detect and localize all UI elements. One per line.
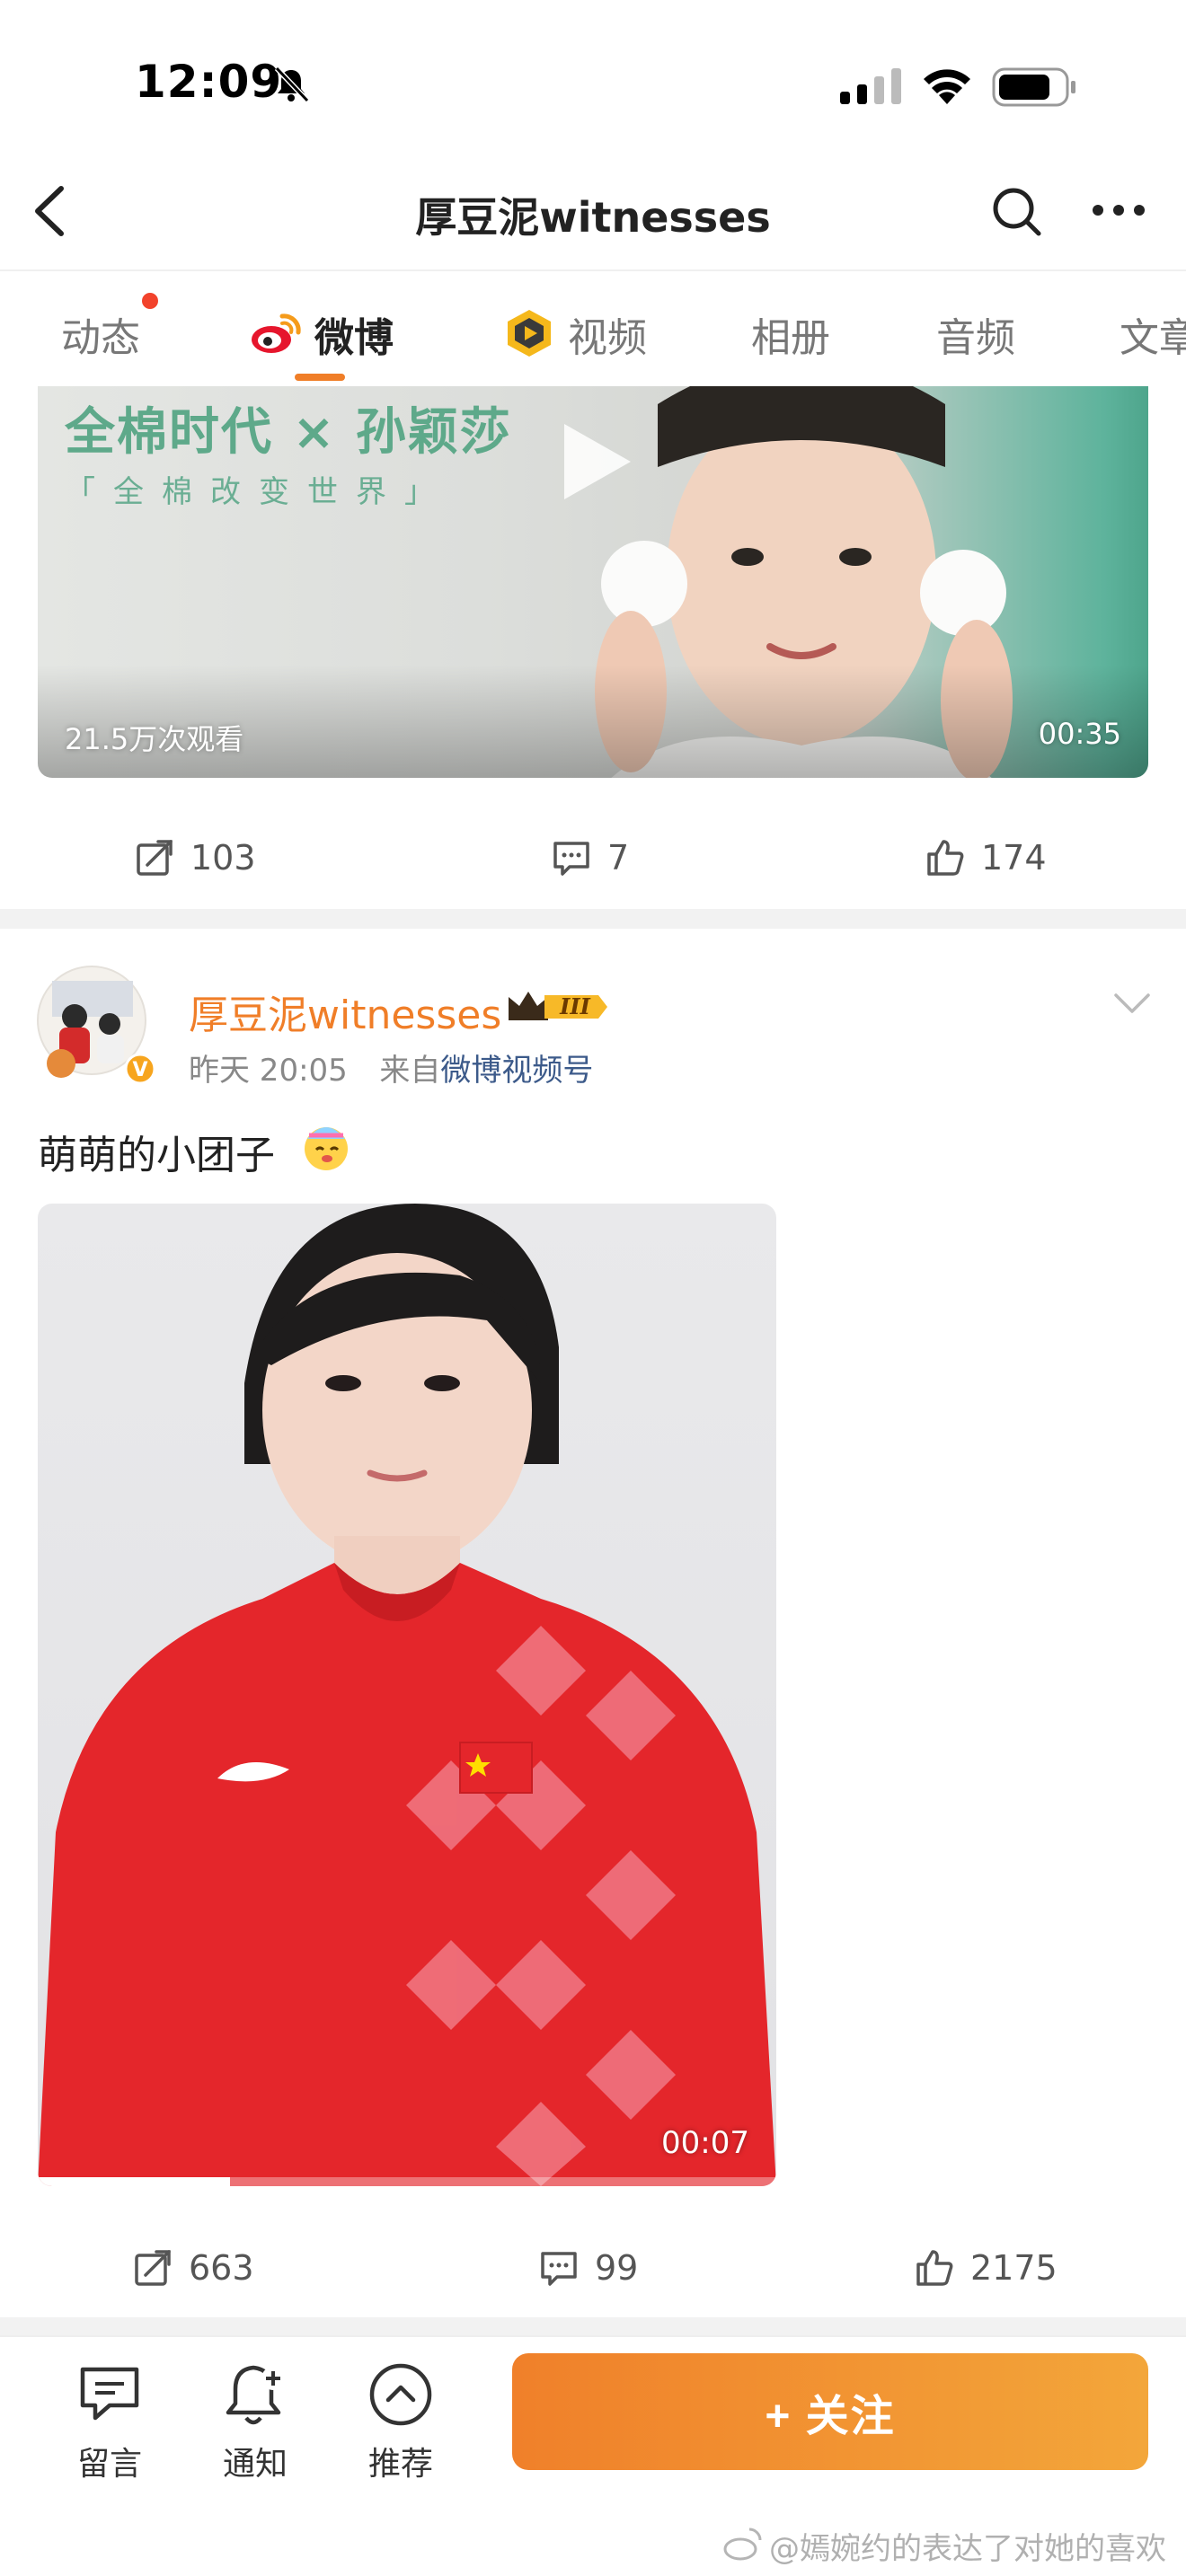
tab-album[interactable]: 相册: [751, 305, 830, 363]
like-button[interactable]: 174: [925, 835, 1047, 880]
video-duration: 00:07: [661, 2125, 749, 2161]
like-icon: [927, 840, 964, 876]
wifi-icon: [924, 69, 970, 104]
video-progress-fill: [38, 2177, 230, 2186]
video-duration: 00:35: [1038, 717, 1121, 751]
page-title: 厚豆泥witnesses: [415, 193, 771, 242]
message-label: 留言: [76, 2446, 142, 2483]
video-overlay-subline: 「全棉改变世界」: [65, 474, 453, 510]
post-source-link[interactable]: 微博视频号: [440, 1053, 593, 1089]
post-video-player[interactable]: 00:07: [38, 1204, 776, 2186]
svg-text:V: V: [132, 1059, 147, 1081]
back-icon[interactable]: [25, 180, 75, 243]
status-bar: 12:09: [0, 0, 1186, 153]
more-icon[interactable]: [1087, 192, 1150, 228]
video-overlay-headline: 全棉时代 × 孙颖莎: [65, 403, 512, 462]
recommend-button[interactable]: 推荐: [347, 2359, 455, 2484]
post-text: 萌萌的小团子: [38, 1133, 275, 1178]
video-progress-bar[interactable]: [38, 2177, 776, 2186]
post-time: 昨天 20:05: [189, 1053, 348, 1089]
author-name[interactable]: 厚豆泥witnesses: [189, 983, 501, 1040]
watermark-text: @嫣婉约的表达了对她的喜欢: [769, 2531, 1166, 2567]
comment-button[interactable]: 7: [552, 835, 629, 880]
video-view-count: 21.5万次观看: [65, 722, 244, 756]
post-separator: [0, 2317, 1186, 2337]
post-from-label: 来自: [379, 1053, 441, 1089]
notify-button[interactable]: 通知: [201, 2359, 309, 2484]
repost-button[interactable]: 663: [133, 2245, 254, 2290]
message-button[interactable]: 留言: [56, 2359, 164, 2484]
post-action-bar: 663 99 2175: [0, 2219, 1186, 2317]
repost-count: 103: [190, 838, 256, 878]
recommend-icon: [369, 2363, 432, 2426]
tab-audio[interactable]: 音频: [936, 305, 1015, 363]
tab-video[interactable]: 视频: [568, 305, 647, 363]
weibo-watermark-icon: [723, 2527, 762, 2561]
weibo-logo-icon: [252, 313, 301, 353]
repost-icon: [137, 840, 173, 876]
chevron-down-icon[interactable]: [1112, 990, 1152, 1017]
comment-icon: [541, 2252, 577, 2286]
like-count: 174: [981, 838, 1047, 878]
tab-dynamics[interactable]: 动态: [61, 305, 140, 363]
active-tab-indicator: [295, 374, 345, 381]
tab-weibo[interactable]: 微博: [314, 305, 394, 363]
tab-article[interactable]: 文章: [1120, 305, 1186, 363]
notify-label: 通知: [222, 2446, 288, 2483]
repost-button[interactable]: 103: [135, 835, 256, 880]
video-thumbnail-figure: [38, 1204, 776, 2186]
comment-count: 99: [595, 2248, 639, 2288]
post-video-player[interactable]: 全棉时代 × 孙颖莎 「全棉改变世界」 21.5万次观看 00:35: [38, 386, 1148, 778]
follow-button[interactable]: + 关注: [512, 2353, 1148, 2470]
cellular-signal-icon: [840, 68, 901, 104]
like-count: 2175: [970, 2248, 1058, 2288]
bell-plus-icon: [226, 2365, 285, 2425]
repost-count: 663: [189, 2248, 254, 2288]
battery-icon: [992, 67, 1075, 107]
like-button[interactable]: 2175: [915, 2245, 1058, 2290]
member-crown-badge-icon: III: [509, 992, 607, 1020]
play-icon[interactable]: [555, 417, 636, 507]
bell-muted-icon: [274, 66, 310, 103]
post-action-bar: 103 7 174: [0, 808, 1186, 907]
message-icon: [80, 2367, 139, 2421]
search-icon[interactable]: [988, 183, 1044, 239]
unread-dot: [142, 293, 158, 309]
cute-emoji-icon: [305, 1127, 348, 1170]
nav-bar: 厚豆泥witnesses: [0, 153, 1186, 269]
repost-icon: [135, 2250, 171, 2286]
like-icon: [916, 2250, 953, 2286]
avatar[interactable]: V: [34, 963, 156, 1085]
badge-level: III: [559, 993, 590, 1019]
profile-tabs: 动态 微博 视频 相册 音频 文章: [0, 269, 1186, 386]
status-time: 12:09: [135, 56, 283, 108]
comment-icon: [553, 842, 589, 876]
comment-count: 7: [607, 838, 630, 878]
comment-button[interactable]: 99: [539, 2245, 638, 2290]
post-separator: [0, 909, 1186, 929]
recommend-label: 推荐: [367, 2446, 433, 2483]
post-meta: 昨天 20:05 来自微博视频号: [189, 1045, 593, 1090]
video-channel-icon: [508, 310, 551, 357]
